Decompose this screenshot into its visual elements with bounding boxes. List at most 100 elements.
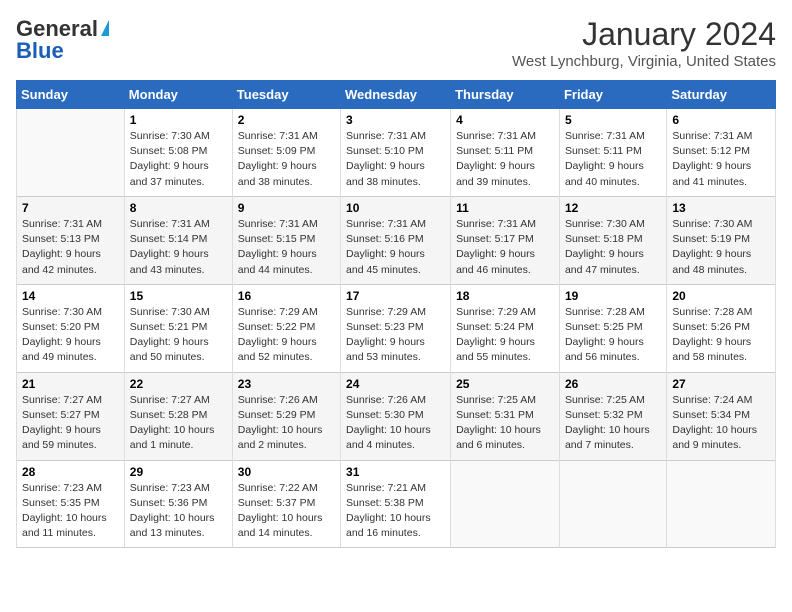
day-number: 30 (238, 465, 335, 479)
calendar-cell: 29 Sunrise: 7:23 AMSunset: 5:36 PMDayligh… (124, 460, 232, 548)
col-tuesday: Tuesday (232, 81, 340, 109)
calendar-cell: 26 Sunrise: 7:25 AMSunset: 5:32 PMDayligh… (559, 372, 666, 460)
calendar-cell: 19Sunrise: 7:28 AMSunset: 5:25 PMDayligh… (559, 284, 666, 372)
calendar-cell: 3 Sunrise: 7:31 AMSunset: 5:10 PMDaylight… (341, 109, 451, 197)
calendar-cell: 20 Sunrise: 7:28 AMSunset: 5:26 PMDayligh… (667, 284, 776, 372)
day-info: Sunrise: 7:31 AMSunset: 5:16 PMDaylight:… (346, 217, 445, 278)
day-number: 26 (565, 377, 661, 391)
day-info: Sunrise: 7:31 AMSunset: 5:12 PMDaylight:… (672, 129, 770, 190)
calendar-cell: 15 Sunrise: 7:30 AMSunset: 5:21 PMDayligh… (124, 284, 232, 372)
calendar-cell: 23 Sunrise: 7:26 AMSunset: 5:29 PMDayligh… (232, 372, 340, 460)
calendar-cell: 22 Sunrise: 7:27 AMSunset: 5:28 PMDayligh… (124, 372, 232, 460)
day-info: Sunrise: 7:22 AMSunset: 5:37 PMDaylight:… (238, 481, 335, 542)
calendar-cell: 14 Sunrise: 7:30 AMSunset: 5:20 PMDayligh… (17, 284, 125, 372)
day-number: 31 (346, 465, 445, 479)
calendar-cell: 6 Sunrise: 7:31 AMSunset: 5:12 PMDaylight… (667, 109, 776, 197)
calendar-week-1: 1 Sunrise: 7:30 AMSunset: 5:08 PMDaylight… (17, 109, 776, 197)
day-info: Sunrise: 7:21 AMSunset: 5:38 PMDaylight:… (346, 481, 445, 542)
location: West Lynchburg, Virginia, United States (512, 53, 776, 70)
calendar-cell: 31 Sunrise: 7:21 AMSunset: 5:38 PMDayligh… (341, 460, 451, 548)
header-row: Sunday Monday Tuesday Wednesday Thursday… (17, 81, 776, 109)
col-friday: Friday (559, 81, 666, 109)
month-title: January 2024 (512, 16, 776, 53)
calendar-cell: 24 Sunrise: 7:26 AMSunset: 5:30 PMDayligh… (341, 372, 451, 460)
day-number: 23 (238, 377, 335, 391)
day-info: Sunrise: 7:26 AMSunset: 5:30 PMDaylight:… (346, 393, 445, 454)
day-info: Sunrise: 7:28 AMSunset: 5:25 PMDaylight:… (565, 305, 661, 366)
logo-blue: Blue (16, 38, 64, 64)
calendar-cell: 4 Sunrise: 7:31 AMSunset: 5:11 PMDaylight… (451, 109, 560, 197)
calendar-week-4: 21 Sunrise: 7:27 AMSunset: 5:27 PMDayligh… (17, 372, 776, 460)
calendar-cell: 11 Sunrise: 7:31 AMSunset: 5:17 PMDayligh… (451, 196, 560, 284)
col-monday: Monday (124, 81, 232, 109)
day-info: Sunrise: 7:25 AMSunset: 5:32 PMDaylight:… (565, 393, 661, 454)
calendar-cell (451, 460, 560, 548)
calendar-cell (17, 109, 125, 197)
day-info: Sunrise: 7:27 AMSunset: 5:27 PMDaylight:… (22, 393, 119, 454)
day-number: 13 (672, 201, 770, 215)
col-sunday: Sunday (17, 81, 125, 109)
day-number: 27 (672, 377, 770, 391)
day-info: Sunrise: 7:30 AMSunset: 5:19 PMDaylight:… (672, 217, 770, 278)
page-header: General Blue January 2024 West Lynchburg… (16, 16, 776, 70)
day-info: Sunrise: 7:26 AMSunset: 5:29 PMDaylight:… (238, 393, 335, 454)
day-number: 6 (672, 113, 770, 127)
calendar-cell: 5Sunrise: 7:31 AMSunset: 5:11 PMDaylight… (559, 109, 666, 197)
calendar-week-5: 28 Sunrise: 7:23 AMSunset: 5:35 PMDayligh… (17, 460, 776, 548)
calendar-cell: 9 Sunrise: 7:31 AMSunset: 5:15 PMDaylight… (232, 196, 340, 284)
day-info: Sunrise: 7:23 AMSunset: 5:35 PMDaylight:… (22, 481, 119, 542)
calendar-cell: 16 Sunrise: 7:29 AMSunset: 5:22 PMDayligh… (232, 284, 340, 372)
day-number: 7 (22, 201, 119, 215)
calendar-cell: 2 Sunrise: 7:31 AMSunset: 5:09 PMDaylight… (232, 109, 340, 197)
day-number: 24 (346, 377, 445, 391)
day-info: Sunrise: 7:31 AMSunset: 5:15 PMDaylight:… (238, 217, 335, 278)
day-number: 28 (22, 465, 119, 479)
day-info: Sunrise: 7:28 AMSunset: 5:26 PMDaylight:… (672, 305, 770, 366)
day-info: Sunrise: 7:31 AMSunset: 5:17 PMDaylight:… (456, 217, 554, 278)
day-number: 20 (672, 289, 770, 303)
day-info: Sunrise: 7:29 AMSunset: 5:24 PMDaylight:… (456, 305, 554, 366)
day-info: Sunrise: 7:23 AMSunset: 5:36 PMDaylight:… (130, 481, 227, 542)
day-number: 16 (238, 289, 335, 303)
day-info: Sunrise: 7:29 AMSunset: 5:23 PMDaylight:… (346, 305, 445, 366)
day-number: 11 (456, 201, 554, 215)
day-number: 17 (346, 289, 445, 303)
day-info: Sunrise: 7:30 AMSunset: 5:18 PMDaylight:… (565, 217, 661, 278)
day-number: 15 (130, 289, 227, 303)
calendar-cell: 7Sunrise: 7:31 AMSunset: 5:13 PMDaylight… (17, 196, 125, 284)
day-info: Sunrise: 7:31 AMSunset: 5:09 PMDaylight:… (238, 129, 335, 190)
calendar-cell (559, 460, 666, 548)
logo: General Blue (16, 16, 109, 64)
day-number: 22 (130, 377, 227, 391)
day-info: Sunrise: 7:30 AMSunset: 5:08 PMDaylight:… (130, 129, 227, 190)
day-info: Sunrise: 7:27 AMSunset: 5:28 PMDaylight:… (130, 393, 227, 454)
day-number: 1 (130, 113, 227, 127)
col-saturday: Saturday (667, 81, 776, 109)
day-number: 8 (130, 201, 227, 215)
calendar-table: Sunday Monday Tuesday Wednesday Thursday… (16, 80, 776, 548)
day-info: Sunrise: 7:31 AMSunset: 5:10 PMDaylight:… (346, 129, 445, 190)
day-number: 18 (456, 289, 554, 303)
calendar-cell: 17 Sunrise: 7:29 AMSunset: 5:23 PMDayligh… (341, 284, 451, 372)
logo-triangle-icon (101, 20, 109, 36)
col-wednesday: Wednesday (341, 81, 451, 109)
col-thursday: Thursday (451, 81, 560, 109)
day-number: 29 (130, 465, 227, 479)
calendar-cell (667, 460, 776, 548)
day-info: Sunrise: 7:31 AMSunset: 5:11 PMDaylight:… (456, 129, 554, 190)
day-info: Sunrise: 7:24 AMSunset: 5:34 PMDaylight:… (672, 393, 770, 454)
day-number: 3 (346, 113, 445, 127)
day-number: 4 (456, 113, 554, 127)
day-number: 9 (238, 201, 335, 215)
day-number: 14 (22, 289, 119, 303)
day-info: Sunrise: 7:31 AMSunset: 5:14 PMDaylight:… (130, 217, 227, 278)
calendar-cell: 25Sunrise: 7:25 AMSunset: 5:31 PMDayligh… (451, 372, 560, 460)
calendar-cell: 21 Sunrise: 7:27 AMSunset: 5:27 PMDayligh… (17, 372, 125, 460)
day-info: Sunrise: 7:29 AMSunset: 5:22 PMDaylight:… (238, 305, 335, 366)
day-info: Sunrise: 7:30 AMSunset: 5:21 PMDaylight:… (130, 305, 227, 366)
calendar-week-3: 14 Sunrise: 7:30 AMSunset: 5:20 PMDayligh… (17, 284, 776, 372)
day-info: Sunrise: 7:30 AMSunset: 5:20 PMDaylight:… (22, 305, 119, 366)
calendar-cell: 13 Sunrise: 7:30 AMSunset: 5:19 PMDayligh… (667, 196, 776, 284)
day-number: 21 (22, 377, 119, 391)
day-number: 2 (238, 113, 335, 127)
